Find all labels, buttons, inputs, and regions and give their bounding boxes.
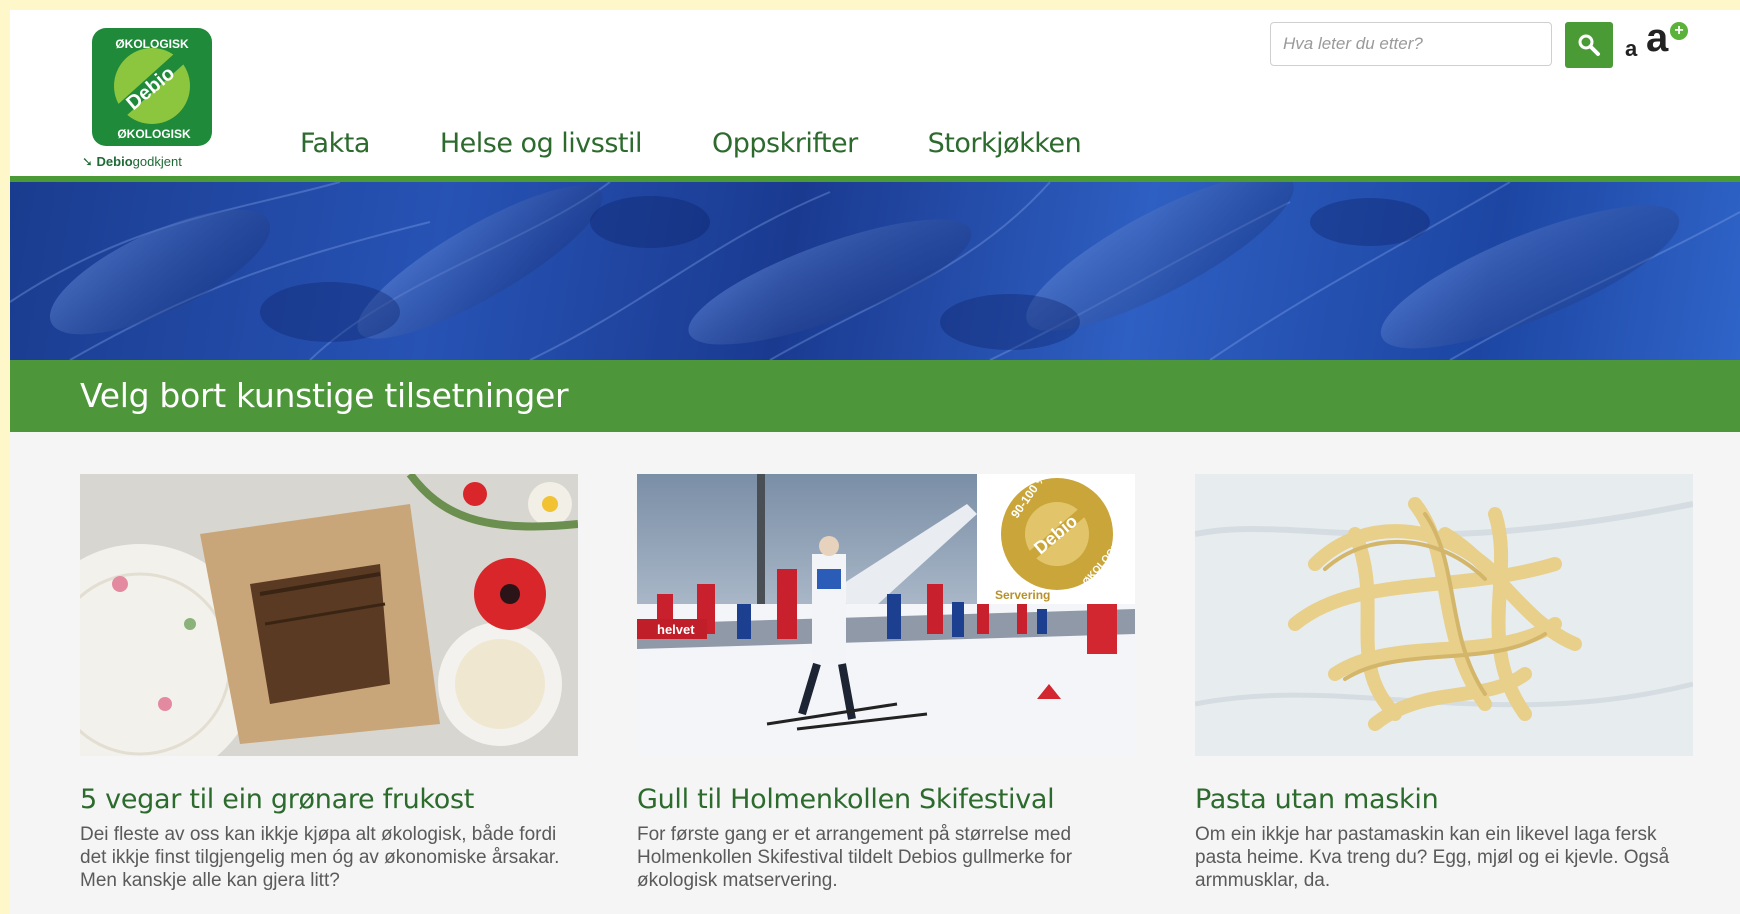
site-header: Debio ØKOLOGISK ØKOLOGISK ➘ Debiogodkjen… bbox=[10, 10, 1740, 176]
sponsor-banner-text: helvet bbox=[657, 622, 695, 637]
banner: Velg bort kunstige tilsetninger bbox=[10, 360, 1740, 432]
font-size-decrease-button[interactable]: a bbox=[1625, 36, 1637, 62]
debio-logo[interactable]: Debio ØKOLOGISK ØKOLOGISK ➘ Debiogodkjen… bbox=[80, 18, 220, 170]
search-button[interactable] bbox=[1565, 22, 1613, 68]
card-text: For første gang er et arrangement på stø… bbox=[637, 824, 1073, 891]
article-card: Pasta utan maskin Om ein ikkje har pasta… bbox=[1195, 474, 1693, 892]
leaf-icon: ➘ bbox=[82, 154, 93, 169]
search-icon bbox=[1578, 34, 1600, 56]
article-card: 5 vegar til ein grønare frukost Dei fles… bbox=[80, 474, 578, 892]
badge-caption: Servering bbox=[995, 588, 1050, 602]
banner-title: Velg bort kunstige tilsetninger bbox=[80, 376, 569, 415]
pasta-photo[interactable] bbox=[1195, 474, 1693, 756]
search-input[interactable] bbox=[1270, 22, 1552, 66]
main-nav: Fakta Helse og livsstil Oppskrifter Stor… bbox=[300, 128, 1151, 159]
nav-item-storkjokken[interactable]: Storkjøkken bbox=[928, 128, 1082, 159]
card-title[interactable]: 5 vegar til ein grønare frukost bbox=[80, 784, 578, 815]
font-size-increase-button[interactable]: a bbox=[1646, 16, 1668, 61]
card-title[interactable]: Pasta utan maskin bbox=[1195, 784, 1693, 815]
hero-frost-image bbox=[10, 182, 1740, 360]
page-frame: Debio ØKOLOGISK ØKOLOGISK ➘ Debiogodkjen… bbox=[10, 10, 1740, 914]
logo-caption-bold: Debio bbox=[96, 154, 133, 169]
card-title[interactable]: Gull til Holmenkollen Skifestival bbox=[637, 784, 1135, 815]
nav-item-fakta[interactable]: Fakta bbox=[300, 128, 370, 159]
nav-item-oppskrifter[interactable]: Oppskrifter bbox=[712, 128, 858, 159]
nav-item-helse-og-livsstil[interactable]: Helse og livsstil bbox=[440, 128, 643, 159]
card-text: Om ein ikkje har pastamaskin kan ein lik… bbox=[1195, 824, 1670, 891]
logo-ring-text-bottom: ØKOLOGISK bbox=[117, 127, 191, 141]
logo-caption: ➘ Debiogodkjent bbox=[82, 154, 182, 170]
plus-icon: + bbox=[1670, 22, 1688, 40]
logo-caption-rest: godkjent bbox=[132, 154, 182, 169]
article-card: helvet Debio 90-100 % ØKOLOGISK Serverin… bbox=[637, 474, 1135, 892]
ski-race-photo[interactable]: helvet Debio 90-100 % ØKOLOGISK Serverin… bbox=[637, 474, 1135, 756]
logo-ring-text-top: ØKOLOGISK bbox=[115, 37, 189, 51]
debio-gold-badge: Debio 90-100 % ØKOLOGISK Servering bbox=[977, 474, 1135, 604]
breakfast-photo[interactable] bbox=[80, 474, 578, 756]
card-text: Dei fleste av oss kan ikkje kjøpa alt øk… bbox=[80, 824, 560, 891]
